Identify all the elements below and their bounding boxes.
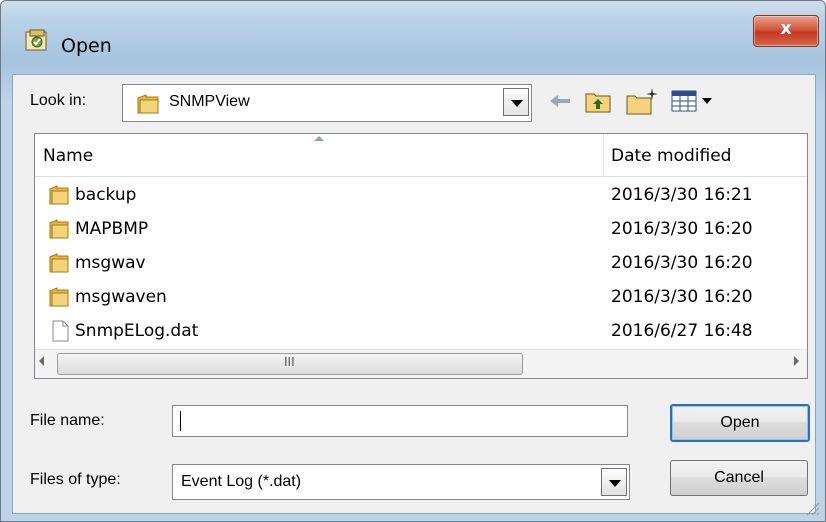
file-name: MAPBMP [75, 219, 149, 239]
up-folder-icon[interactable] [583, 86, 613, 116]
file-icon [52, 320, 69, 342]
file-name-input[interactable] [172, 405, 628, 437]
scroll-right-icon[interactable] [794, 356, 799, 366]
folder-icon [49, 287, 69, 307]
file-name-label: File name: [30, 412, 105, 429]
close-button[interactable]: x [753, 15, 819, 47]
list-item[interactable]: msgwaven 2016/3/30 16:20 [35, 281, 807, 315]
column-date-modified[interactable]: Date modified [611, 146, 731, 166]
scrollbar-thumb[interactable]: III [57, 353, 523, 375]
list-item[interactable]: backup 2016/3/30 16:21 [35, 179, 807, 213]
file-date: 2016/3/30 16:20 [611, 219, 753, 239]
chevron-down-icon[interactable] [601, 468, 627, 496]
file-name: backup [75, 185, 137, 205]
files-of-type-value: Event Log (*.dat) [181, 473, 302, 490]
column-divider[interactable] [603, 134, 604, 176]
new-folder-icon[interactable] [625, 86, 659, 116]
file-name: msgwaven [75, 287, 167, 307]
resize-grip-icon[interactable] [802, 498, 820, 516]
column-name[interactable]: Name [43, 146, 93, 166]
file-date: 2016/3/30 16:20 [611, 253, 753, 273]
column-header: Name Date modified [35, 134, 807, 177]
file-date: 2016/3/30 16:21 [611, 185, 753, 205]
sort-ascending-icon [314, 136, 324, 141]
back-arrow-icon[interactable] [546, 86, 574, 116]
file-name: msgwav [75, 253, 146, 273]
horizontal-scrollbar[interactable]: III [35, 349, 807, 378]
list-item[interactable]: SnmpELog.dat 2016/6/27 16:48 [35, 315, 807, 349]
list-item[interactable]: MAPBMP 2016/3/30 16:20 [35, 213, 807, 247]
file-date: 2016/3/30 16:20 [611, 287, 753, 307]
open-button[interactable]: Open [670, 404, 810, 442]
grip-icon: III [284, 355, 295, 369]
look-in-label: Look in: [30, 92, 87, 109]
files-of-type-combobox[interactable]: Event Log (*.dat) [172, 464, 630, 500]
file-date: 2016/6/27 16:48 [611, 321, 753, 341]
title-bar[interactable]: Open x [1, 1, 825, 75]
folder-icon [49, 185, 69, 205]
chevron-down-icon[interactable] [503, 88, 529, 116]
folder-icon [49, 253, 69, 273]
folder-icon [49, 219, 69, 239]
scroll-left-icon[interactable] [39, 356, 44, 366]
window-title: Open [61, 35, 112, 57]
file-list[interactable]: Name Date modified backup 2016/3/30 16:2… [34, 133, 808, 379]
folder-icon [137, 94, 159, 114]
look-in-value: SNMPView [169, 93, 250, 110]
file-name: SnmpELog.dat [75, 321, 199, 341]
view-menu-icon[interactable] [668, 86, 724, 116]
files-of-type-label: Files of type: [30, 471, 121, 488]
cancel-button[interactable]: Cancel [670, 460, 808, 496]
text-caret [180, 411, 181, 431]
open-file-app-icon [25, 29, 47, 51]
list-item[interactable]: msgwav 2016/3/30 16:20 [35, 247, 807, 281]
look-in-combobox[interactable]: SNMPView [122, 84, 532, 122]
close-icon: x [780, 18, 792, 39]
